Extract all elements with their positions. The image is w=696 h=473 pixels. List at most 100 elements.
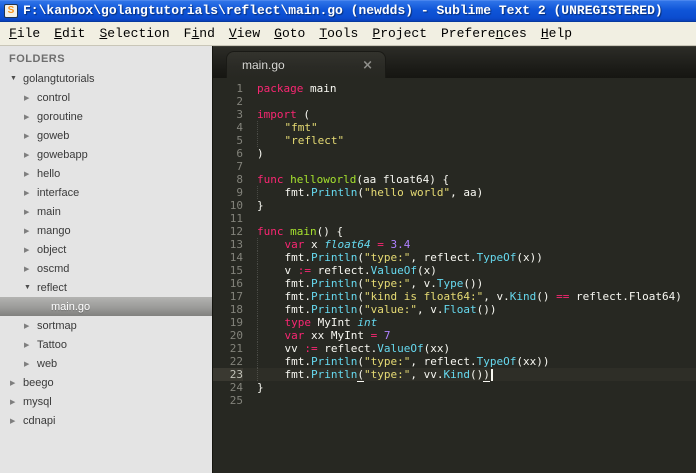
- sidebar-item-goweb[interactable]: ▶ goweb: [0, 126, 212, 145]
- disclosure-triangle-icon[interactable]: ▶: [24, 208, 37, 216]
- line-number: 13: [229, 238, 243, 251]
- sidebar-item-main-go[interactable]: main.go: [0, 297, 212, 316]
- sidebar-item-object[interactable]: ▶ object: [0, 240, 212, 259]
- line-number: 23: [213, 368, 243, 381]
- sidebar-item-beego[interactable]: ▶ beego: [0, 373, 212, 392]
- disclosure-triangle-icon[interactable]: ▶: [24, 189, 37, 197]
- sidebar-item-mysql[interactable]: ▶ mysql: [0, 392, 212, 411]
- code-text: var x float64 = 3.4: [243, 238, 410, 251]
- menu-item-help[interactable]: Help: [534, 23, 579, 45]
- line-number: 19: [229, 316, 243, 329]
- code-line[interactable]: 12 func main() {: [213, 225, 696, 238]
- tab-main-go[interactable]: main.go ×: [226, 51, 386, 78]
- code-line[interactable]: 21 vv := reflect.ValueOf(xx): [213, 342, 696, 355]
- disclosure-triangle-icon[interactable]: ▶: [24, 360, 37, 368]
- disclosure-triangle-icon[interactable]: ▶: [24, 113, 37, 121]
- sidebar-item-oscmd[interactable]: ▶ oscmd: [0, 259, 212, 278]
- sidebar: FOLDERS ▼ golangtutorials ▶ control ▶ gorouti…: [0, 46, 213, 473]
- disclosure-triangle-icon[interactable]: ▶: [24, 94, 37, 102]
- code-line[interactable]: 3 import (: [213, 108, 696, 121]
- code-line[interactable]: 16 fmt.Println("type:", v.Type()): [213, 277, 696, 290]
- code-text: func helloworld(aa float64) {: [257, 173, 450, 186]
- code-line[interactable]: 20 var xx MyInt = 7: [213, 329, 696, 342]
- sidebar-item-label: hello: [37, 167, 61, 180]
- code-line[interactable]: 7: [213, 160, 696, 173]
- code-text: fmt.Println("type:", reflect.TypeOf(x)): [243, 251, 543, 264]
- code-text: fmt.Println("type:", reflect.TypeOf(xx)): [243, 355, 549, 368]
- menu-item-goto[interactable]: Goto: [267, 23, 312, 45]
- code-line[interactable]: 13 var x float64 = 3.4: [213, 238, 696, 251]
- disclosure-triangle-icon[interactable]: ▶: [24, 227, 37, 235]
- code-line[interactable]: 25: [213, 394, 696, 407]
- code-area[interactable]: 1 package main 2 3 import (4 "fmt" 5 "reflect…: [213, 78, 696, 473]
- title-bar[interactable]: S F:\kanbox\golangtutorials\reflect\main…: [0, 0, 696, 22]
- code-line[interactable]: 19 type MyInt int: [213, 316, 696, 329]
- code-text: vv := reflect.ValueOf(xx): [243, 342, 450, 355]
- disclosure-triangle-icon[interactable]: ▶: [24, 132, 37, 140]
- code-text: fmt.Println("type:", vv.Kind()): [243, 368, 493, 382]
- tab-close-icon[interactable]: ×: [362, 59, 373, 72]
- sidebar-item-cdnapi[interactable]: ▶ cdnapi: [0, 411, 212, 430]
- sidebar-item-gowebapp[interactable]: ▶ gowebapp: [0, 145, 212, 164]
- code-line[interactable]: 22 fmt.Println("type:", reflect.TypeOf(x…: [213, 355, 696, 368]
- sidebar-item-golangtutorials[interactable]: ▼ golangtutorials: [0, 69, 212, 88]
- code-line[interactable]: 10}: [213, 199, 696, 212]
- code-line[interactable]: 8 func helloworld(aa float64) {: [213, 173, 696, 186]
- code-line[interactable]: 11: [213, 212, 696, 225]
- menu-item-find[interactable]: Find: [177, 23, 222, 45]
- code-line[interactable]: 4 "fmt": [213, 121, 696, 134]
- code-line[interactable]: 24}: [213, 381, 696, 394]
- disclosure-triangle-icon[interactable]: ▶: [10, 398, 23, 406]
- menu-item-edit[interactable]: Edit: [47, 23, 92, 45]
- code-line[interactable]: 14 fmt.Println("type:", reflect.TypeOf(x…: [213, 251, 696, 264]
- sidebar-item-tattoo[interactable]: ▶ Tattoo: [0, 335, 212, 354]
- menu-item-view[interactable]: View: [222, 23, 267, 45]
- disclosure-triangle-icon[interactable]: ▼: [10, 75, 23, 82]
- code-line[interactable]: 5 "reflect": [213, 134, 696, 147]
- line-number: 2: [236, 95, 243, 108]
- code-line[interactable]: 18 fmt.Println("value:", v.Float()): [213, 303, 696, 316]
- sidebar-item-sortmap[interactable]: ▶ sortmap: [0, 316, 212, 335]
- sidebar-item-label: goroutine: [37, 110, 83, 123]
- sidebar-item-interface[interactable]: ▶ interface: [0, 183, 212, 202]
- line-number: 22: [229, 355, 243, 368]
- sidebar-item-control[interactable]: ▶ control: [0, 88, 212, 107]
- sidebar-item-web[interactable]: ▶ web: [0, 354, 212, 373]
- disclosure-triangle-icon[interactable]: ▶: [24, 246, 37, 254]
- disclosure-triangle-icon[interactable]: ▶: [24, 170, 37, 178]
- code-line[interactable]: 2: [213, 95, 696, 108]
- code-line[interactable]: 23 fmt.Println("type:", vv.Kind()): [213, 368, 696, 382]
- menu-item-tools[interactable]: Tools: [312, 23, 365, 45]
- disclosure-triangle-icon[interactable]: ▶: [10, 379, 23, 387]
- code-line[interactable]: 17 fmt.Println("kind is float64:", v.Kin…: [213, 290, 696, 303]
- sidebar-item-label: gowebapp: [37, 148, 88, 161]
- code-line[interactable]: 9 fmt.Println("hello world", aa): [213, 186, 696, 199]
- disclosure-triangle-icon[interactable]: ▶: [24, 151, 37, 159]
- menu-item-selection[interactable]: Selection: [92, 23, 176, 45]
- sidebar-item-goroutine[interactable]: ▶ goroutine: [0, 107, 212, 126]
- sidebar-item-mango[interactable]: ▶ mango: [0, 221, 212, 240]
- sidebar-item-label: beego: [23, 376, 54, 389]
- code-line[interactable]: 6): [213, 147, 696, 160]
- line-number: 11: [229, 212, 243, 225]
- code-line[interactable]: 1 package main: [213, 82, 696, 95]
- sidebar-item-label: mango: [37, 224, 71, 237]
- menu-item-project[interactable]: Project: [365, 23, 434, 45]
- line-number: 4: [236, 121, 243, 134]
- sublime-app-icon[interactable]: S: [4, 4, 18, 18]
- folder-tree: ▼ golangtutorials ▶ control ▶ goroutine ▶ goweb…: [0, 69, 212, 430]
- disclosure-triangle-icon[interactable]: ▼: [24, 284, 37, 291]
- menu-item-file[interactable]: File: [2, 23, 47, 45]
- disclosure-triangle-icon[interactable]: ▶: [24, 341, 37, 349]
- sidebar-item-hello[interactable]: ▶ hello: [0, 164, 212, 183]
- disclosure-triangle-icon[interactable]: ▶: [24, 265, 37, 273]
- line-number: 1: [236, 82, 243, 95]
- disclosure-triangle-icon[interactable]: ▶: [24, 322, 37, 330]
- disclosure-triangle-icon[interactable]: ▶: [10, 417, 23, 425]
- code-line[interactable]: 15 v := reflect.ValueOf(x): [213, 264, 696, 277]
- sidebar-item-reflect[interactable]: ▼ reflect: [0, 278, 212, 297]
- sidebar-item-main[interactable]: ▶ main: [0, 202, 212, 221]
- line-number: 18: [229, 303, 243, 316]
- menu-item-preferences[interactable]: Preferences: [434, 23, 534, 45]
